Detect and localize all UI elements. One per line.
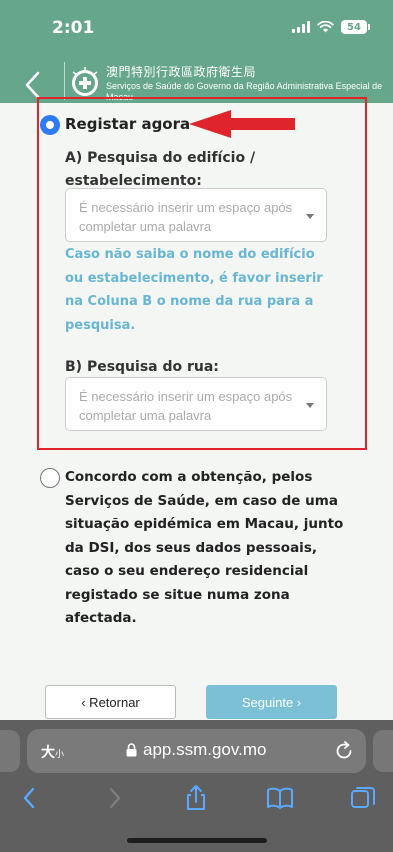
browser-forward-icon xyxy=(109,787,121,809)
health-logo-icon xyxy=(72,67,98,96)
dropdown-caret-icon xyxy=(306,403,314,408)
next-button[interactable]: Seguinte › xyxy=(206,685,337,719)
section-b-label: B) Pesquisa do rua: xyxy=(65,359,219,375)
text-size-button[interactable]: 大小 xyxy=(41,742,64,762)
street-search-placeholder: É necessário inserir um espaço após comp… xyxy=(79,389,293,423)
next-tab-peek[interactable] xyxy=(373,730,393,772)
org-name-chinese: 澳門特別行政區政府衛生局 xyxy=(106,65,257,79)
search-hint-text: Caso não saiba o nome do edifício ou est… xyxy=(65,247,323,333)
browser-back-icon[interactable] xyxy=(16,784,44,812)
tabs-icon[interactable] xyxy=(349,784,377,812)
header-divider xyxy=(64,62,65,100)
reload-icon[interactable] xyxy=(333,740,355,762)
battery-indicator: 54 xyxy=(341,20,370,34)
bookmarks-icon[interactable] xyxy=(266,784,294,812)
address-bar[interactable]: 大小 app.ssm.gov.mo xyxy=(27,729,366,773)
building-search-select[interactable]: É necessário inserir um espaço após comp… xyxy=(65,188,327,242)
status-time: 2:01 xyxy=(52,18,95,38)
consent-radio[interactable] xyxy=(40,468,60,488)
previous-tab-peek[interactable] xyxy=(0,730,20,772)
text-size-big: 大 xyxy=(41,745,55,761)
back-chevron-icon[interactable] xyxy=(18,70,48,100)
building-search-placeholder: É necessário inserir um espaço após comp… xyxy=(79,200,293,234)
street-search-select[interactable]: É necessário inserir um espaço após comp… xyxy=(65,377,327,431)
app-header: 2:01 54 澳門特別行政區政府衛生局 Serviços de Saúde d… xyxy=(0,0,393,103)
lock-icon xyxy=(126,743,137,757)
url-text: app.ssm.gov.mo xyxy=(143,740,267,759)
text-size-small: 小 xyxy=(55,750,65,760)
cellular-signal-icon xyxy=(292,21,310,33)
share-icon[interactable] xyxy=(182,784,210,812)
back-button[interactable]: ‹ Retornar xyxy=(45,685,176,719)
status-icons: 54 xyxy=(292,20,370,34)
dropdown-caret-icon xyxy=(306,214,314,219)
url-display[interactable]: app.ssm.gov.mo xyxy=(126,740,266,760)
home-indicator xyxy=(127,838,267,843)
section-a-label: A) Pesquisa do edifício / estabeleciment… xyxy=(65,150,256,189)
browser-toolbar: 大小 app.ssm.gov.mo xyxy=(0,720,393,852)
register-now-label[interactable]: Registar agora xyxy=(65,115,190,133)
register-now-radio[interactable] xyxy=(40,115,60,135)
wifi-icon xyxy=(317,21,334,33)
consent-label[interactable]: Concordo com a obtenção, pelos Serviços … xyxy=(65,466,355,631)
annotation-arrow-icon xyxy=(189,110,295,138)
